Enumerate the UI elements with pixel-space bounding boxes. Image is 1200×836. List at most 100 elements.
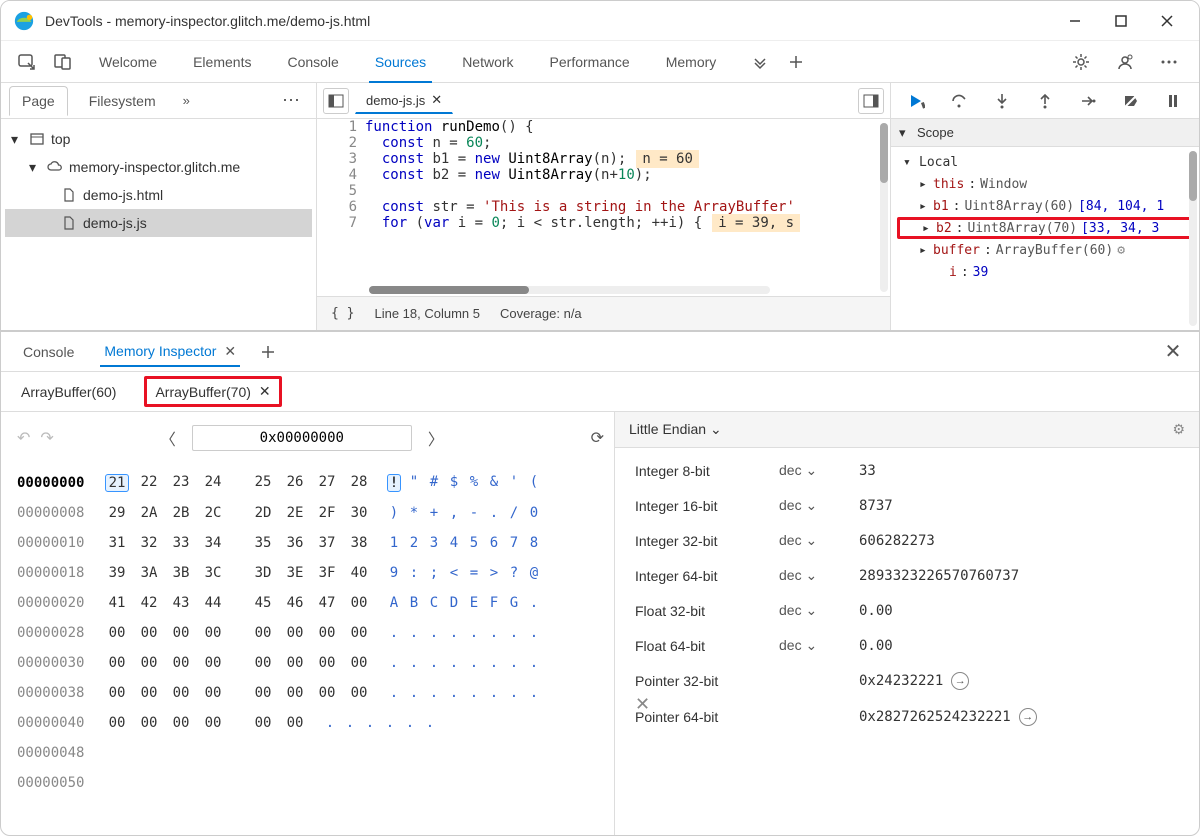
ascii-char[interactable]: . (323, 715, 337, 731)
close-drawer-icon[interactable]: ✕ (1157, 336, 1189, 368)
hex-byte[interactable]: 27 (315, 474, 339, 492)
tab-filesystem[interactable]: Filesystem (76, 86, 169, 116)
scope-local[interactable]: Local (897, 151, 1193, 173)
hex-byte[interactable]: 00 (169, 625, 193, 641)
ascii-char[interactable]: . (467, 685, 481, 701)
hex-byte[interactable]: 3E (283, 565, 307, 581)
history-back-icon[interactable]: ↶ (17, 428, 30, 448)
ascii-char[interactable]: ? (507, 565, 521, 581)
memory-tab[interactable]: ArrayBuffer(60) (11, 378, 126, 406)
hex-byte[interactable]: 24 (201, 474, 225, 492)
hex-byte[interactable]: 00 (283, 685, 307, 701)
ascii-char[interactable]: 5 (467, 535, 481, 551)
ascii-char[interactable]: . (467, 625, 481, 641)
ascii-char[interactable]: D (447, 595, 461, 611)
ascii-char[interactable]: . (507, 655, 521, 671)
hex-byte[interactable]: 47 (315, 595, 339, 611)
ascii-char[interactable]: . (447, 625, 461, 641)
hex-byte[interactable]: 00 (137, 685, 161, 701)
hex-byte[interactable]: 00 (251, 655, 275, 671)
ascii-char[interactable]: ' (507, 474, 521, 492)
ascii-char[interactable]: < (447, 565, 461, 581)
ascii-char[interactable]: - (467, 505, 481, 521)
ascii-char[interactable]: $ (447, 474, 461, 492)
ascii-char[interactable]: . (363, 715, 377, 731)
hex-row[interactable]: 00000018393A3B3C3D3E3F409:;<=>?@ (17, 558, 604, 588)
tab-console[interactable]: Console (269, 41, 356, 83)
ascii-char[interactable]: . (387, 655, 401, 671)
hex-byte[interactable]: 43 (169, 595, 193, 611)
code-area[interactable]: 1function runDemo() {2 const n = 60;3 co… (317, 119, 890, 296)
hex-byte[interactable]: 35 (251, 535, 275, 551)
hex-byte[interactable]: 00 (283, 625, 307, 641)
tab-memory[interactable]: Memory (648, 41, 735, 83)
ascii-char[interactable]: 7 (507, 535, 521, 551)
scope-header[interactable]: Scope (891, 119, 1199, 147)
hex-byte[interactable]: 3A (137, 565, 161, 581)
close-tab-icon[interactable]: ✕ (224, 343, 236, 359)
close-tab-icon[interactable]: ✕ (259, 383, 271, 400)
hex-byte[interactable]: 00 (201, 625, 225, 641)
ascii-char[interactable]: 1 (387, 535, 401, 551)
hex-byte[interactable]: 3C (201, 565, 225, 581)
hex-row[interactable]: 000000280000000000000000........ (17, 618, 604, 648)
hex-row[interactable]: 000000380000000000000000........ (17, 678, 604, 708)
ascii-char[interactable]: . (507, 625, 521, 641)
ascii-char[interactable]: . (467, 655, 481, 671)
more-tabs-icon[interactable] (742, 44, 778, 80)
close-tab-icon[interactable]: ✕ (431, 92, 442, 108)
hex-byte[interactable]: 00 (251, 715, 275, 731)
hex-row[interactable]: 00000050 (17, 768, 604, 798)
ascii-char[interactable]: " (407, 474, 421, 492)
ascii-char[interactable]: A (387, 595, 401, 611)
ascii-char[interactable]: 4 (447, 535, 461, 551)
hex-byte[interactable]: 34 (201, 535, 225, 551)
hex-byte[interactable]: 42 (137, 595, 161, 611)
hex-byte[interactable]: 22 (137, 474, 161, 492)
ascii-char[interactable]: . (423, 715, 437, 731)
scope-variable[interactable]: ▸buffer: ArrayBuffer(60) ⚙ (897, 239, 1193, 261)
hex-byte[interactable]: 2C (201, 505, 225, 521)
hex-byte[interactable]: 30 (347, 505, 371, 521)
step-icon[interactable] (1075, 88, 1101, 114)
more-options-icon[interactable] (1155, 48, 1183, 76)
endian-select[interactable]: Little Endian ⌄ (629, 421, 722, 438)
hex-byte[interactable]: 00 (201, 715, 225, 731)
prev-page-icon[interactable]: 〈 (154, 426, 182, 450)
hex-row[interactable]: 00000008292A2B2C2D2E2F30)*+,-./0 (17, 498, 604, 528)
ascii-char[interactable]: F (487, 595, 501, 611)
ascii-char[interactable]: ; (427, 565, 441, 581)
ascii-char[interactable]: = (467, 565, 481, 581)
scope-scrollbar[interactable] (1189, 151, 1197, 326)
ascii-char[interactable]: 2 (407, 535, 421, 551)
add-drawer-tab-icon[interactable] (254, 338, 282, 366)
hex-byte[interactable]: 41 (105, 595, 129, 611)
ascii-char[interactable]: # (427, 474, 441, 492)
ascii-char[interactable]: . (487, 655, 501, 671)
hex-byte[interactable]: 00 (137, 625, 161, 641)
tab-sources[interactable]: Sources (357, 41, 444, 83)
hex-byte[interactable]: 2D (251, 505, 275, 521)
ascii-char[interactable]: 0 (527, 505, 541, 521)
hex-byte[interactable]: 36 (283, 535, 307, 551)
hex-byte[interactable]: 3D (251, 565, 275, 581)
ascii-char[interactable]: . (527, 655, 541, 671)
ascii-char[interactable]: . (507, 685, 521, 701)
hex-row[interactable]: 000000300000000000000000........ (17, 648, 604, 678)
step-into-icon[interactable] (989, 88, 1015, 114)
hex-byte[interactable]: 2F (315, 505, 339, 521)
hex-byte[interactable]: 00 (347, 685, 371, 701)
add-tab-icon[interactable] (778, 44, 814, 80)
refresh-icon[interactable]: ⟳ (591, 428, 604, 448)
ascii-char[interactable]: . (407, 625, 421, 641)
memory-tab[interactable]: ArrayBuffer(70) ✕ (144, 376, 281, 407)
hex-byte[interactable]: 00 (137, 655, 161, 671)
hex-row[interactable]: 000000002122232425262728!"#$%&'( (17, 468, 604, 498)
hex-byte[interactable]: 00 (283, 715, 307, 731)
maximize-button[interactable] (1109, 9, 1133, 33)
inspect-element-icon[interactable] (9, 44, 45, 80)
braces-icon[interactable]: { } (331, 306, 354, 321)
hex-byte[interactable]: 45 (251, 595, 275, 611)
hex-byte[interactable]: 31 (105, 535, 129, 551)
ascii-char[interactable]: 8 (527, 535, 541, 551)
